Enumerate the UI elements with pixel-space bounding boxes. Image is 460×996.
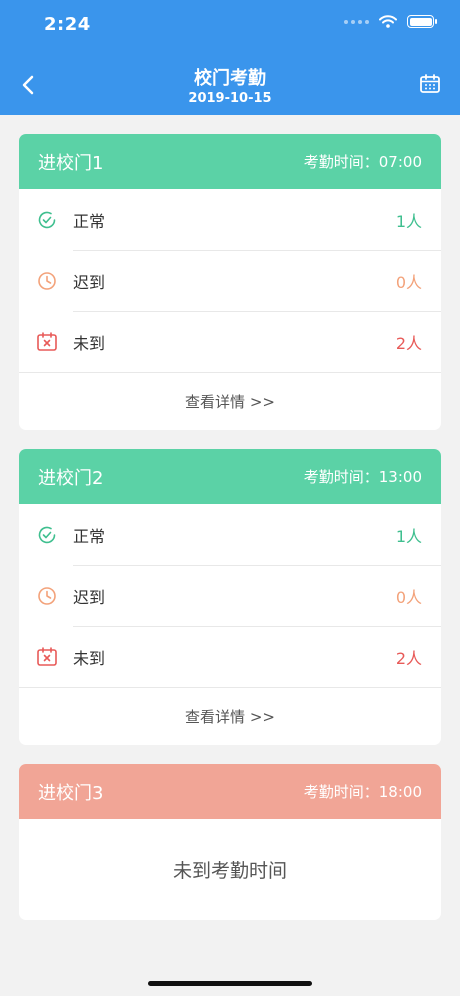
status-time: 2:24	[44, 14, 91, 35]
wifi-icon	[379, 15, 397, 28]
row-count: 2人	[395, 333, 422, 353]
row-label: 未到	[73, 333, 106, 353]
page-title: 校门考勤	[194, 68, 266, 89]
row-normal[interactable]: 正常 1人	[19, 504, 441, 565]
row-late[interactable]: 迟到 0人	[19, 250, 441, 311]
check-time: 考勤时间：07:00	[303, 153, 422, 171]
row-late[interactable]: 迟到 0人	[19, 565, 441, 626]
gate-card: 进校门3 考勤时间：18:00 未到考勤时间	[19, 764, 441, 920]
home-indicator	[148, 981, 312, 986]
row-count: 1人	[395, 211, 422, 231]
row-absent[interactable]: 未到 2人	[19, 626, 441, 687]
view-details-link[interactable]: 查看详情 >>	[19, 372, 441, 430]
card-header: 进校门2 考勤时间：13:00	[19, 449, 441, 504]
row-count: 2人	[395, 648, 422, 668]
gate-name: 进校门1	[38, 152, 104, 174]
status-icons	[344, 15, 437, 28]
signal-icon	[344, 19, 369, 24]
row-count: 0人	[395, 272, 422, 292]
row-count: 0人	[395, 587, 422, 607]
check-circle-icon	[38, 211, 56, 228]
check-circle-icon	[38, 526, 56, 543]
row-label: 正常	[73, 526, 106, 546]
gate-card: 进校门1 考勤时间：07:00 正常 1人 迟到 0人 未到 2人 查看详情 >…	[19, 134, 441, 430]
card-header: 进校门1 考勤时间：07:00	[19, 134, 441, 189]
battery-icon	[407, 15, 437, 28]
clock-icon	[38, 586, 56, 605]
clock-icon	[38, 271, 56, 290]
view-details-link[interactable]: 查看详情 >>	[19, 687, 441, 745]
gate-card: 进校门2 考勤时间：13:00 正常 1人 迟到 0人 未到 2人 查看详情 >…	[19, 449, 441, 745]
row-label: 迟到	[73, 587, 106, 607]
row-label: 迟到	[73, 272, 106, 292]
row-normal[interactable]: 正常 1人	[19, 189, 441, 250]
calendar-icon[interactable]	[418, 72, 442, 96]
gate-name: 进校门2	[38, 467, 104, 489]
check-time: 考勤时间：13:00	[303, 468, 422, 486]
page-date: 2019-10-15	[188, 91, 272, 106]
pending-message: 未到考勤时间	[172, 860, 287, 882]
row-label: 未到	[73, 648, 106, 668]
top-bar: 2:24 校门考勤 2019-10-15	[0, 0, 460, 115]
card-header: 进校门3 考勤时间：18:00	[19, 764, 441, 819]
row-label: 正常	[73, 211, 106, 231]
calendar-x-icon	[37, 331, 57, 351]
row-count: 1人	[395, 526, 422, 546]
gate-name: 进校门3	[38, 782, 104, 804]
calendar-x-icon	[37, 646, 57, 666]
row-absent[interactable]: 未到 2人	[19, 311, 441, 372]
check-time: 考勤时间：18:00	[303, 783, 422, 801]
